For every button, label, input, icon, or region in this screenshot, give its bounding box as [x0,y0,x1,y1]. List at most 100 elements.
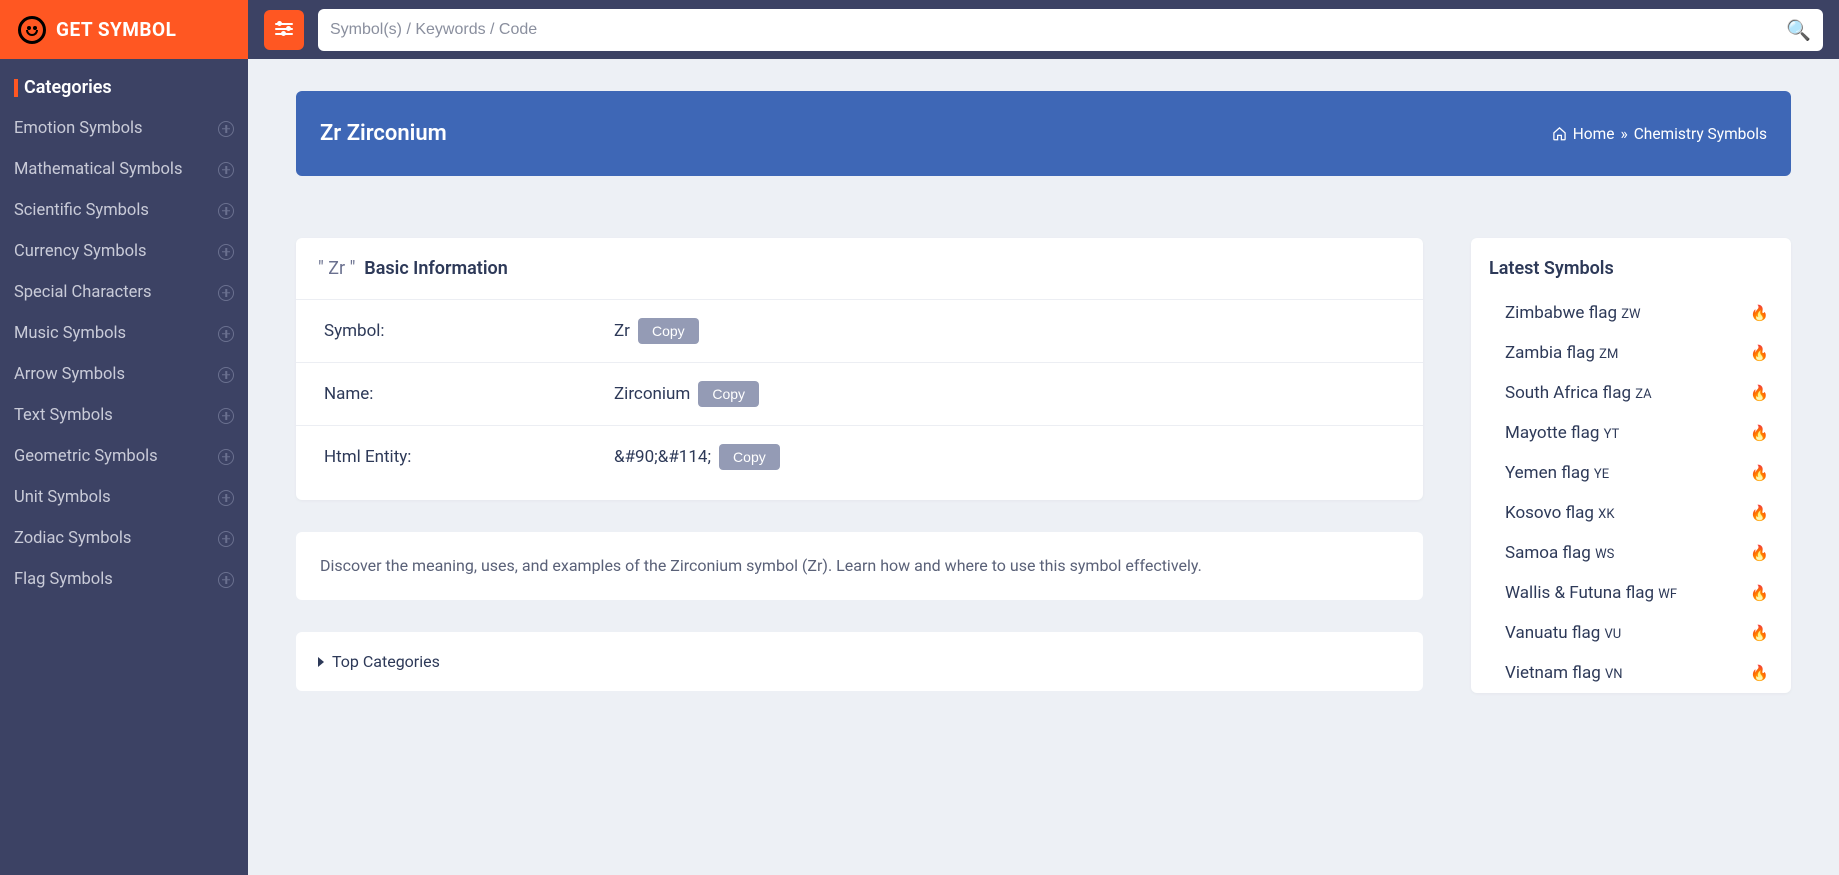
search-input[interactable] [330,21,1786,39]
logo-bar[interactable]: GET SYMBOL [0,0,248,59]
sidebar-item-text-symbols[interactable]: Text Symbols [0,395,248,436]
info-value-text: Zirconium [614,384,690,404]
accent-bar [14,79,18,97]
filter-button[interactable] [264,10,304,50]
sidebar-item-label: Emotion Symbols [14,119,143,138]
topbar: 🔍 [248,0,1839,59]
sidebar: GET SYMBOL Categories Emotion Symbols Mat… [0,0,248,875]
plus-circle-icon [218,449,234,465]
basic-info-header: " Zr " Basic Information [296,238,1423,300]
search-icon[interactable]: 🔍 [1786,18,1811,42]
latest-item[interactable]: South Africa flag ZA 🔥 [1471,373,1791,413]
plus-circle-icon [218,203,234,219]
sidebar-item-music-symbols[interactable]: Music Symbols [0,313,248,354]
sidebar-item-geometric-symbols[interactable]: Geometric Symbols [0,436,248,477]
sidebar-item-zodiac-symbols[interactable]: Zodiac Symbols [0,518,248,559]
info-label: Symbol: [324,321,614,341]
info-row: Html Entity:&#90;&#114;Copy [296,426,1423,500]
description-card: Discover the meaning, uses, and examples… [296,532,1423,600]
sidebar-item-flag-symbols[interactable]: Flag Symbols [0,559,248,600]
plus-circle-icon [218,490,234,506]
sidebar-item-label: Special Characters [14,283,151,302]
plus-circle-icon [218,121,234,137]
info-value-text: Zr [614,321,630,341]
latest-item[interactable]: Kosovo flag XK 🔥 [1471,493,1791,533]
fire-icon: 🔥 [1750,664,1769,682]
sidebar-item-emotion-symbols[interactable]: Emotion Symbols [0,108,248,149]
latest-item-label: Vietnam flag VN [1505,663,1623,683]
sliders-icon [275,23,293,37]
plus-circle-icon [218,285,234,301]
latest-item-label: Vanuatu flag VU [1505,623,1621,643]
latest-item[interactable]: Zimbabwe flag ZW 🔥 [1471,293,1791,333]
latest-item[interactable]: Vietnam flag VN 🔥 [1471,653,1791,693]
sidebar-item-label: Flag Symbols [14,570,113,589]
latest-item[interactable]: Mayotte flag YT 🔥 [1471,413,1791,453]
info-label: Name: [324,384,614,404]
info-value: &#90;&#114; Copy [614,444,780,470]
latest-symbols-heading: Latest Symbols [1471,238,1791,293]
category-list: Emotion Symbols Mathematical Symbols Scien… [0,108,248,600]
info-row: Name:Zirconium Copy [296,363,1423,426]
copy-button[interactable]: Copy [719,444,780,470]
breadcrumb-current[interactable]: Chemistry Symbols [1634,125,1767,143]
fire-icon: 🔥 [1750,584,1769,602]
search-container: 🔍 [318,9,1823,51]
home-icon [1552,126,1567,141]
latest-item-label: Kosovo flag XK [1505,503,1614,523]
top-categories-button[interactable]: Top Categories [296,632,1423,691]
brand-name: GET SYMBOL [56,18,176,41]
latest-item-label: South Africa flag ZA [1505,383,1652,403]
breadcrumb-separator: » [1620,125,1627,143]
fire-icon: 🔥 [1750,624,1769,642]
plus-circle-icon [218,408,234,424]
categories-title: Categories [24,77,112,98]
main-area: 🔍 Zr Zirconium Home » Chemistry Symbols … [248,0,1839,875]
latest-item-label: Samoa flag WS [1505,543,1614,563]
fire-icon: 🔥 [1750,384,1769,402]
latest-item[interactable]: Samoa flag WS 🔥 [1471,533,1791,573]
fire-icon: 🔥 [1750,544,1769,562]
main-column: " Zr " Basic Information Symbol:ZrCopyNa… [296,238,1423,693]
plus-circle-icon [218,572,234,588]
page-title: Zr Zirconium [320,121,447,146]
fire-icon: 🔥 [1750,304,1769,322]
plus-circle-icon [218,326,234,342]
latest-item-label: Mayotte flag YT [1505,423,1619,443]
sidebar-item-label: Text Symbols [14,406,113,425]
fire-icon: 🔥 [1750,464,1769,482]
sidebar-item-arrow-symbols[interactable]: Arrow Symbols [0,354,248,395]
sidebar-item-currency-symbols[interactable]: Currency Symbols [0,231,248,272]
smiley-logo-icon [18,16,46,44]
latest-item[interactable]: Wallis & Futuna flag WF🔥 [1471,573,1791,613]
copy-button[interactable]: Copy [698,381,759,407]
page-header: Zr Zirconium Home » Chemistry Symbols [296,91,1791,176]
latest-item[interactable]: Vanuatu flag VU 🔥 [1471,613,1791,653]
latest-item-label: Zimbabwe flag ZW [1505,303,1641,323]
plus-circle-icon [218,367,234,383]
fire-icon: 🔥 [1750,504,1769,522]
latest-item-label: Zambia flag ZM [1505,343,1618,363]
latest-item-label: Yemen flag YE [1505,463,1609,483]
sidebar-item-label: Mathematical Symbols [14,160,182,179]
basic-info-card: " Zr " Basic Information Symbol:ZrCopyNa… [296,238,1423,500]
sidebar-item-scientific-symbols[interactable]: Scientific Symbols [0,190,248,231]
disclosure-icon [318,657,324,667]
copy-button[interactable]: Copy [638,318,699,344]
sidebar-item-label: Zodiac Symbols [14,529,131,548]
latest-item[interactable]: Yemen flag YE 🔥 [1471,453,1791,493]
latest-item[interactable]: Zambia flag ZM🔥 [1471,333,1791,373]
symbol-quoted: " Zr " [318,258,355,279]
sidebar-item-label: Currency Symbols [14,242,147,261]
fire-icon: 🔥 [1750,424,1769,442]
breadcrumb-home[interactable]: Home [1573,125,1615,143]
info-value: Zirconium Copy [614,381,759,407]
info-row: Symbol:Zr Copy [296,300,1423,363]
sidebar-item-label: Arrow Symbols [14,365,125,384]
sidebar-item-special-characters[interactable]: Special Characters [0,272,248,313]
sidebar-item-label: Music Symbols [14,324,126,343]
sidebar-item-label: Unit Symbols [14,488,111,507]
info-value-text: &#90;&#114; [614,447,711,467]
sidebar-item-mathematical-symbols[interactable]: Mathematical Symbols [0,149,248,190]
sidebar-item-unit-symbols[interactable]: Unit Symbols [0,477,248,518]
